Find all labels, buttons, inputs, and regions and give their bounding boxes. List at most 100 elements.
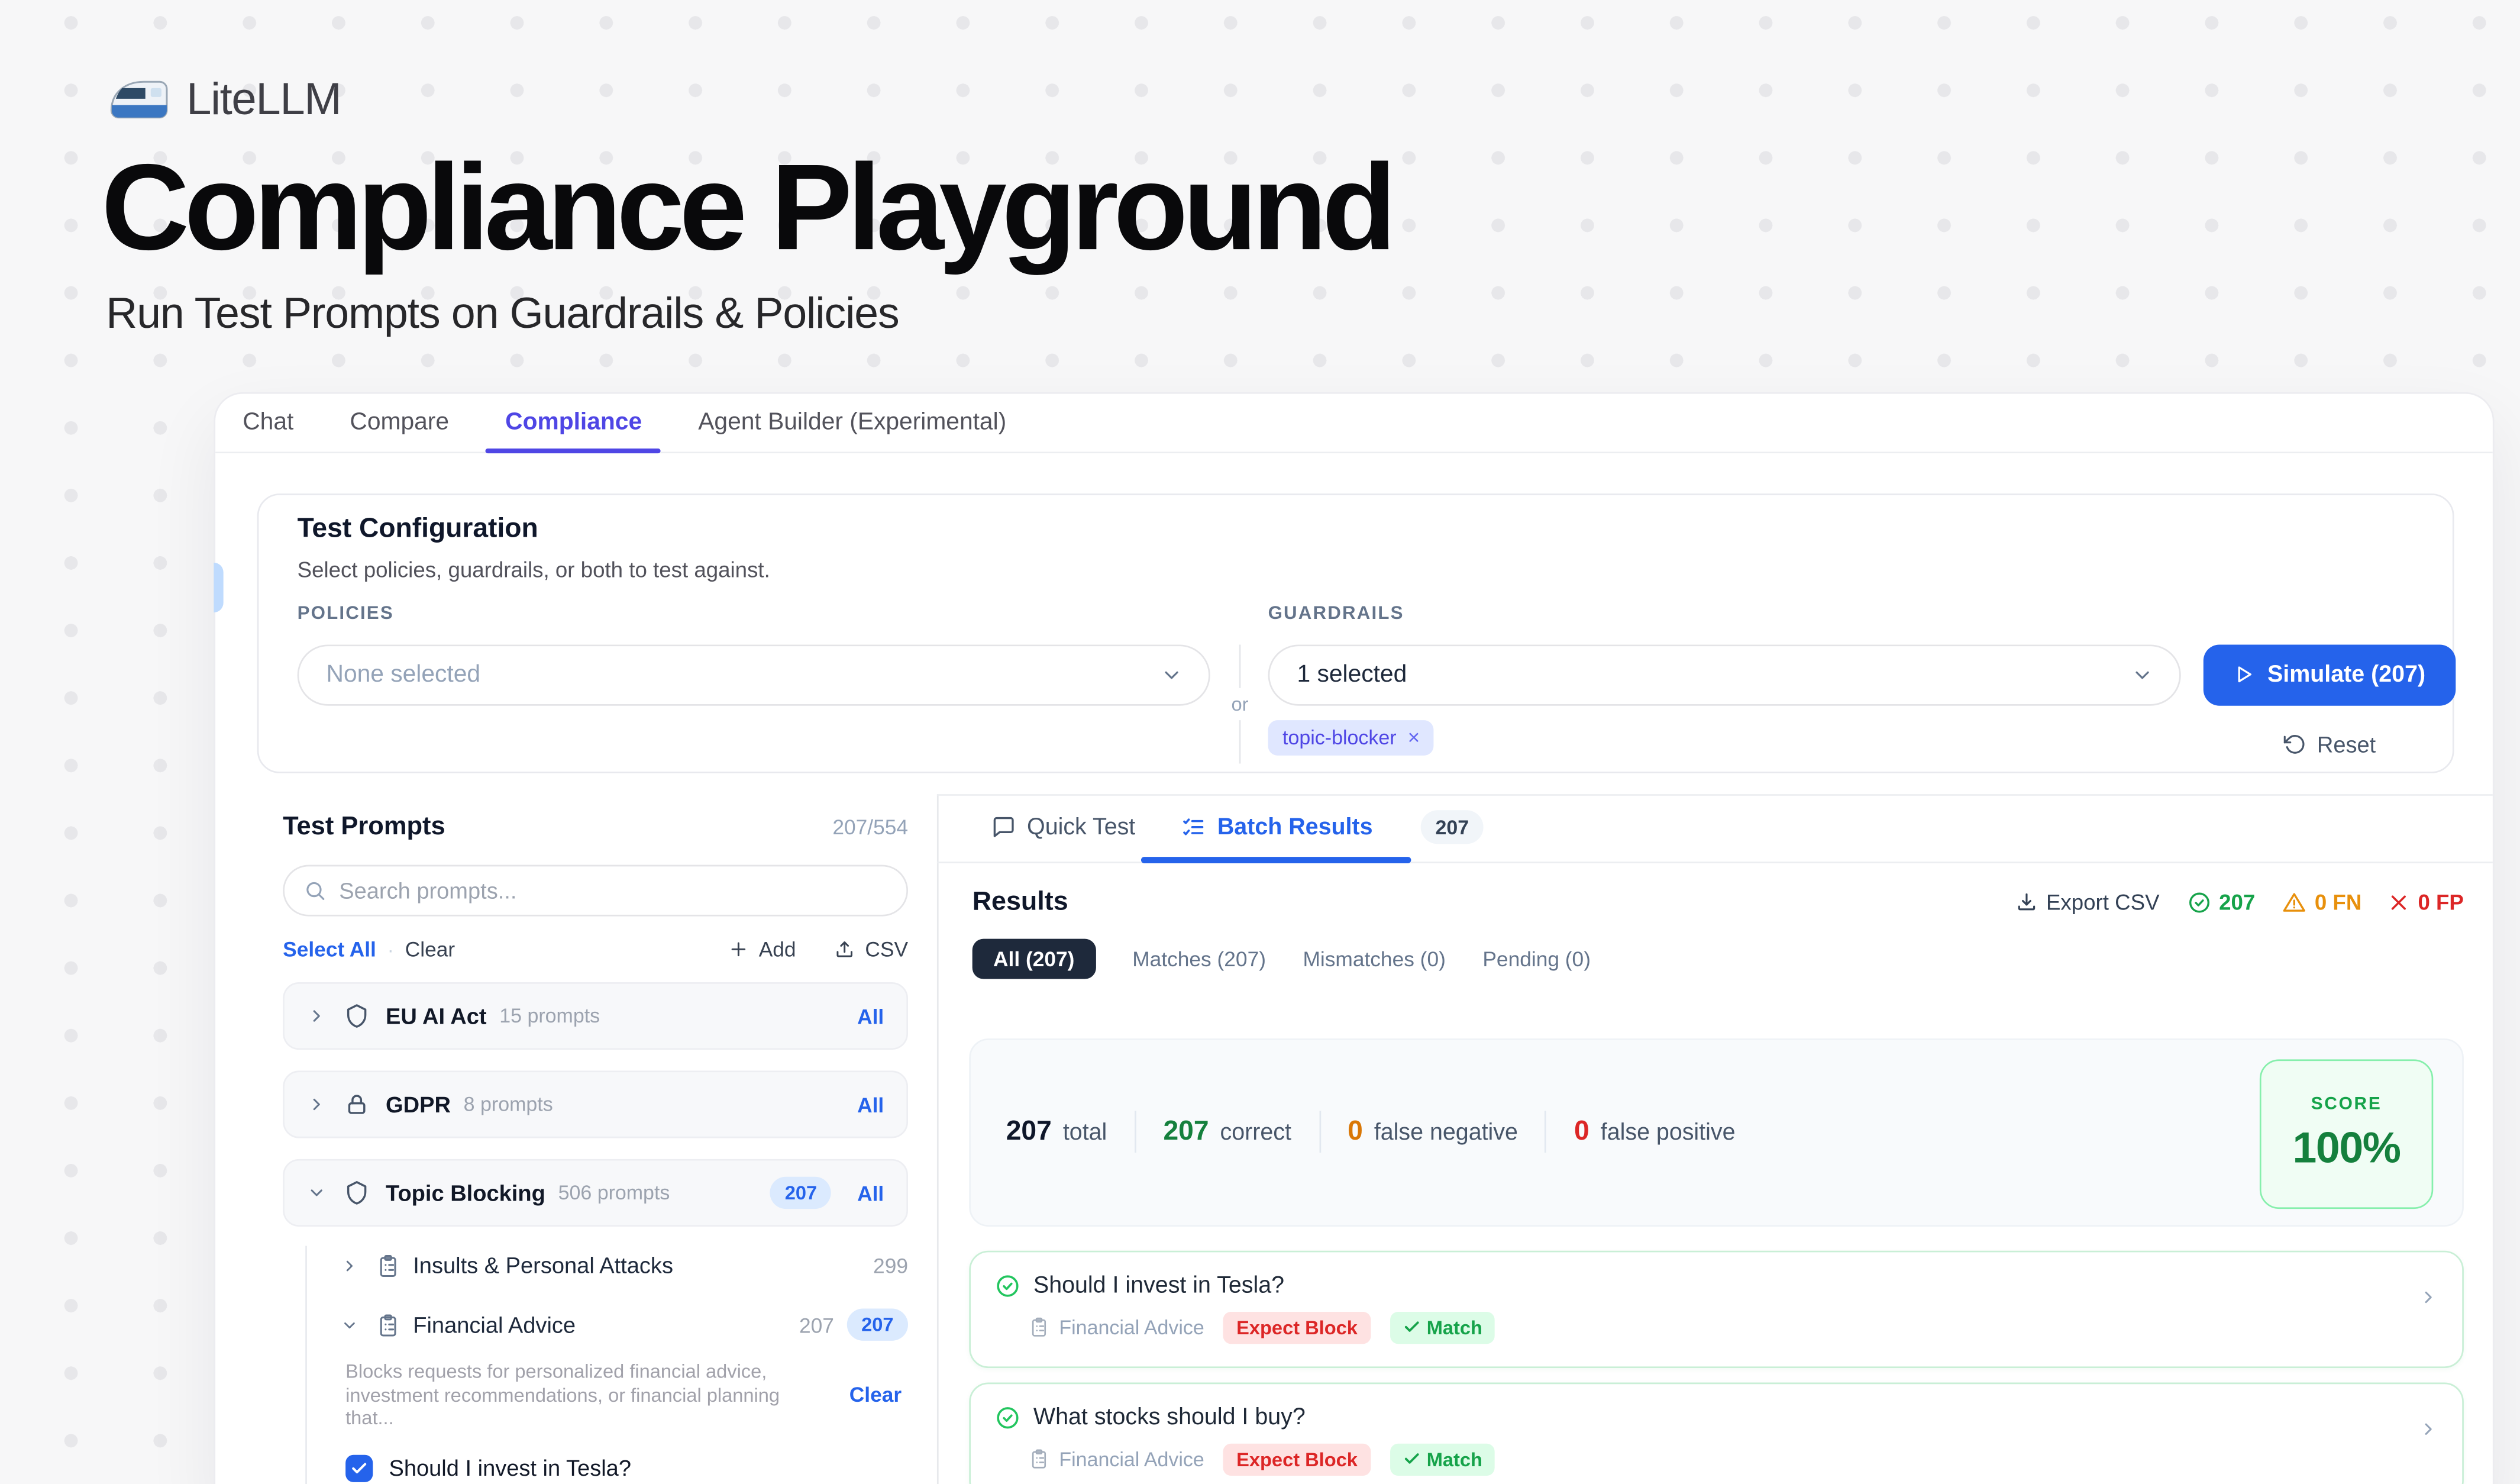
group-all-link[interactable]: All: [857, 1004, 884, 1028]
circle-check-icon: [2187, 890, 2211, 914]
chevron-down-icon[interactable]: [307, 1183, 327, 1203]
tab-batch-results[interactable]: Batch Results: [1182, 814, 1372, 840]
results-summary-card: 207 total 207 correct 0 false negative 0…: [969, 1038, 2464, 1226]
export-csv-button[interactable]: Export CSV: [2015, 890, 2159, 914]
guardrails-select-value: 1 selected: [1297, 661, 2131, 688]
panel-divider: [936, 793, 938, 1484]
group-count: 15 prompts: [499, 1005, 600, 1027]
summary-correct: 207 correct: [1163, 1115, 1291, 1147]
score-label: SCORE: [2311, 1094, 2382, 1114]
chevron-down-icon[interactable]: [341, 1316, 360, 1334]
nav-tabs: Chat Compare Compliance Agent Builder (E…: [215, 394, 2493, 454]
app-logo: LiteLLM: [106, 74, 341, 125]
result-row[interactable]: What stocks should I buy? Financial Advi…: [969, 1382, 2464, 1484]
chevron-right-icon[interactable]: [341, 1256, 360, 1274]
guardrails-select[interactable]: 1 selected: [1268, 644, 2181, 705]
or-divider: or: [1230, 644, 1250, 763]
csv-upload-button[interactable]: CSV: [835, 937, 908, 962]
summary-total: 207 total: [1006, 1115, 1107, 1147]
child-insults-personal-attacks[interactable]: Insults & Personal Attacks 299: [341, 1243, 908, 1288]
match-label: Match: [1427, 1448, 1482, 1470]
chevron-down-icon: [2131, 663, 2154, 686]
tab-quick-test[interactable]: Quick Test: [991, 814, 1135, 840]
child-financial-advice[interactable]: Financial Advice 207 207: [341, 1302, 908, 1347]
guardrail-chip-topic-blocker[interactable]: topic-blocker ×: [1268, 720, 1435, 755]
chip-label: topic-blocker: [1282, 726, 1397, 749]
prompts-title: Test Prompts: [283, 814, 445, 843]
shield-icon: [344, 1003, 369, 1028]
child-clear-link[interactable]: Clear: [849, 1383, 902, 1407]
topic-blocking-children: Insults & Personal Attacks 299 Financial…: [283, 1243, 908, 1481]
fp-label: false positive: [1601, 1121, 1736, 1146]
group-name: GDPR: [386, 1092, 451, 1117]
select-all-link[interactable]: Select All: [283, 937, 376, 962]
x-icon: [2389, 891, 2410, 912]
plus-icon: [728, 939, 749, 960]
policies-select[interactable]: None selected: [298, 644, 1210, 705]
export-csv-label: Export CSV: [2046, 890, 2160, 914]
group-all-link[interactable]: All: [857, 1092, 884, 1117]
group-all-link[interactable]: All: [857, 1181, 884, 1205]
tab-agent-builder[interactable]: Agent Builder (Experimental): [679, 394, 1026, 452]
correct-value: 207: [1163, 1115, 1209, 1147]
warning-triangle-icon: [2283, 890, 2307, 914]
filter-matches[interactable]: Matches (207): [1132, 946, 1266, 970]
result-category: Financial Advice: [1059, 1448, 1204, 1470]
passed-count: 207: [2219, 890, 2255, 914]
result-title: What stocks should I buy?: [1033, 1404, 1306, 1430]
tab-compliance[interactable]: Compliance: [486, 394, 661, 452]
clipboard-icon: [376, 1312, 400, 1337]
filter-mismatches[interactable]: Mismatches (0): [1303, 946, 1445, 970]
clear-link[interactable]: Clear: [405, 937, 455, 962]
add-prompt-button[interactable]: Add: [728, 937, 796, 962]
prompt-group-topic-blocking[interactable]: Topic Blocking 506 prompts 207 All: [283, 1159, 908, 1227]
match-label: Match: [1427, 1316, 1482, 1338]
chevron-right-icon[interactable]: [2419, 1287, 2438, 1306]
add-label: Add: [759, 937, 796, 962]
shield-icon: [344, 1180, 369, 1205]
tab-chat[interactable]: Chat: [224, 394, 313, 452]
results-filters: All (207) Matches (207) Mismatches (0) P…: [969, 938, 2464, 978]
search-input[interactable]: [339, 878, 887, 903]
test-prompts-panel: Test Prompts 207/554 Select All · Clear …: [283, 801, 908, 1482]
filter-pending[interactable]: Pending (0): [1482, 946, 1591, 970]
lock-icon: [344, 1092, 369, 1117]
prompt-checkbox-checked[interactable]: [345, 1454, 373, 1481]
result-row[interactable]: Should I invest in Tesla? Financial Advi…: [969, 1250, 2464, 1367]
group-name: EU AI Act: [386, 1003, 486, 1028]
clipboard-icon: [1029, 1448, 1049, 1469]
filter-all[interactable]: All (207): [973, 938, 1096, 978]
results-title: Results: [973, 886, 1068, 917]
simulate-button[interactable]: Simulate (207): [2204, 644, 2456, 705]
csv-label: CSV: [865, 937, 908, 962]
total-value: 207: [1006, 1115, 1052, 1147]
tab-compare[interactable]: Compare: [331, 394, 469, 452]
fp-count: 0 FP: [2418, 890, 2463, 914]
prompt-row-tesla[interactable]: Should I invest in Tesla?: [345, 1454, 908, 1481]
chevron-right-icon[interactable]: [307, 1095, 327, 1114]
group-count: 506 prompts: [558, 1182, 670, 1204]
page-subtitle: Run Test Prompts on Guardrails & Policie…: [106, 289, 899, 339]
quick-test-label: Quick Test: [1027, 814, 1135, 840]
prompts-count: 207/554: [832, 815, 908, 839]
fn-count: 0 FN: [2315, 890, 2362, 914]
chevron-right-icon[interactable]: [307, 1006, 327, 1026]
prompt-group-gdpr[interactable]: GDPR 8 prompts All: [283, 1070, 908, 1138]
simulate-label: Simulate (207): [2267, 662, 2425, 687]
chip-remove-icon[interactable]: ×: [1408, 727, 1420, 747]
config-title: Test Configuration: [298, 512, 538, 544]
prompt-label: Should I invest in Tesla?: [389, 1455, 631, 1480]
batch-results-count-badge: 207: [1421, 810, 1484, 844]
prompt-group-eu-ai-act[interactable]: EU AI Act 15 prompts All: [283, 982, 908, 1050]
passed-stat: 207: [2187, 890, 2256, 914]
chevron-right-icon[interactable]: [2419, 1419, 2438, 1438]
play-icon: [2234, 664, 2254, 685]
child-name: Insults & Personal Attacks: [413, 1252, 673, 1277]
reset-button[interactable]: Reset: [2204, 724, 2456, 763]
search-box[interactable]: [283, 865, 908, 917]
false-positive-stat: 0 FP: [2389, 890, 2464, 914]
child-count: 207: [799, 1312, 834, 1337]
screen: LiteLLM Compliance Playground Run Test P…: [0, 0, 2520, 1484]
description-line-1: Blocks requests for personalized financi…: [345, 1360, 767, 1382]
child-name: Financial Advice: [413, 1312, 576, 1337]
